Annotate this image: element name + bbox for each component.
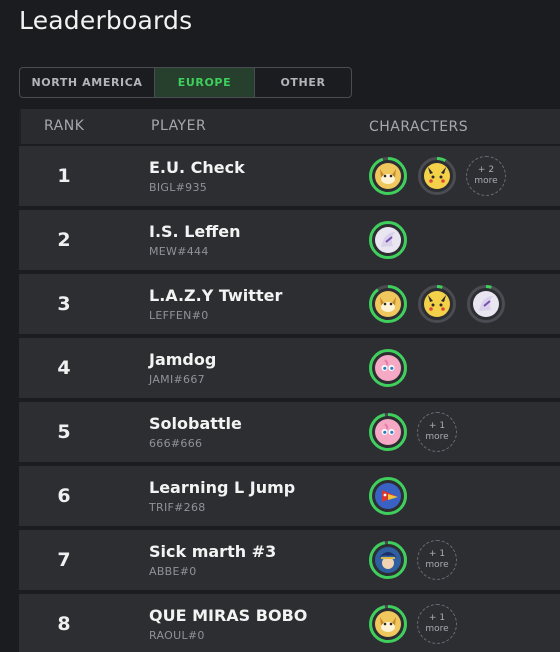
player-tag: BIGL#935 [149, 181, 208, 194]
character-list: + 1 more [368, 604, 457, 644]
jigglypuff-icon [369, 413, 407, 451]
rank-number: 5 [57, 421, 71, 443]
region-tabs: NORTH AMERICA EUROPE OTHER [19, 67, 352, 98]
table-row[interactable]: 2 I.S. Leffen MEW#444 [19, 208, 560, 270]
table-row[interactable]: 8 QUE MIRAS BOBO RAOUL#0 + 1 more [19, 592, 560, 652]
more-characters-button[interactable]: + 1 more [417, 540, 457, 580]
more-characters-button[interactable]: + 2 more [466, 156, 506, 196]
marth-icon [369, 541, 407, 579]
more-label: more [425, 624, 449, 634]
player-name[interactable]: I.S. Leffen [149, 222, 240, 241]
fox-icon [369, 157, 407, 195]
player-name[interactable]: Solobattle [149, 414, 242, 433]
character-list [368, 476, 408, 516]
player-tag: LEFFEN#0 [149, 309, 209, 322]
character-list [368, 284, 506, 324]
player-tag: ABBE#0 [149, 565, 197, 578]
player-tag: 666#666 [149, 437, 203, 450]
rank-number: 7 [57, 549, 71, 571]
table-header: RANK PLAYER CHARACTERS [19, 109, 560, 144]
pikachu-icon [418, 157, 456, 195]
jigglypuff-character[interactable] [368, 412, 408, 452]
mewtwo-icon [467, 285, 505, 323]
player-name[interactable]: L.A.Z.Y Twitter [149, 286, 282, 305]
player-name[interactable]: E.U. Check [149, 158, 245, 177]
table-row[interactable]: 4 Jamdog JAMI#667 [19, 336, 560, 398]
player-tag: MEW#444 [149, 245, 209, 258]
mewtwo-icon [369, 221, 407, 259]
fox-character[interactable] [368, 604, 408, 644]
character-list: + 1 more [368, 412, 457, 452]
character-list: + 1 more [368, 540, 457, 580]
falco-icon [369, 477, 407, 515]
player-name[interactable]: QUE MIRAS BOBO [149, 606, 307, 625]
pikachu-icon [418, 285, 456, 323]
pikachu-character[interactable] [417, 156, 457, 196]
more-label: more [425, 432, 449, 442]
more-count: + 1 [428, 613, 446, 623]
leaderboards-page: Leaderboards NORTH AMERICA EUROPE OTHER … [0, 0, 560, 652]
character-list [368, 348, 408, 388]
pikachu-character[interactable] [417, 284, 457, 324]
fox-icon [369, 285, 407, 323]
mewtwo-character[interactable] [466, 284, 506, 324]
player-tag: RAOUL#0 [149, 629, 205, 642]
more-count: + 1 [428, 421, 446, 431]
table-row[interactable]: 5 Solobattle 666#666 + 1 more [19, 400, 560, 462]
table-row[interactable]: 7 Sick marth #3 ABBE#0 + 1 more [19, 528, 560, 590]
player-name[interactable]: Sick marth #3 [149, 542, 276, 561]
table-row[interactable]: 1 E.U. Check BIGL#935 + 2 more [19, 144, 560, 206]
player-name[interactable]: Learning L Jump [149, 478, 295, 497]
more-count: + 1 [428, 549, 446, 559]
column-header-player: PLAYER [151, 118, 207, 134]
more-characters-button[interactable]: + 1 more [417, 604, 457, 644]
player-name[interactable]: Jamdog [149, 350, 216, 369]
jigglypuff-icon [369, 349, 407, 387]
more-characters-button[interactable]: + 1 more [417, 412, 457, 452]
fox-icon [369, 605, 407, 643]
rank-number: 6 [57, 485, 71, 507]
rank-number: 2 [57, 229, 71, 251]
rank-number: 3 [57, 293, 71, 315]
player-tag: TRIF#268 [149, 501, 206, 514]
table-row[interactable]: 3 L.A.Z.Y Twitter LEFFEN#0 [19, 272, 560, 334]
rank-number: 8 [57, 613, 71, 635]
column-header-rank: RANK [44, 118, 85, 134]
mewtwo-character[interactable] [368, 220, 408, 260]
tab-other[interactable]: OTHER [254, 68, 351, 97]
fox-character[interactable] [368, 284, 408, 324]
character-list: + 2 more [368, 156, 506, 196]
page-title: Leaderboards [19, 6, 193, 35]
character-list [368, 220, 408, 260]
fox-character[interactable] [368, 156, 408, 196]
falco-character[interactable] [368, 476, 408, 516]
more-count: + 2 [477, 165, 495, 175]
player-tag: JAMI#667 [149, 373, 205, 386]
tab-europe[interactable]: EUROPE [154, 68, 254, 97]
rank-number: 1 [57, 165, 71, 187]
table-row[interactable]: 6 Learning L Jump TRIF#268 [19, 464, 560, 526]
rank-number: 4 [57, 357, 71, 379]
marth-character[interactable] [368, 540, 408, 580]
leaderboard-table: RANK PLAYER CHARACTERS 1 E.U. Check BIGL#9… [19, 109, 560, 652]
jigglypuff-character[interactable] [368, 348, 408, 388]
tab-north-america[interactable]: NORTH AMERICA [20, 68, 154, 97]
more-label: more [474, 176, 498, 186]
more-label: more [425, 560, 449, 570]
